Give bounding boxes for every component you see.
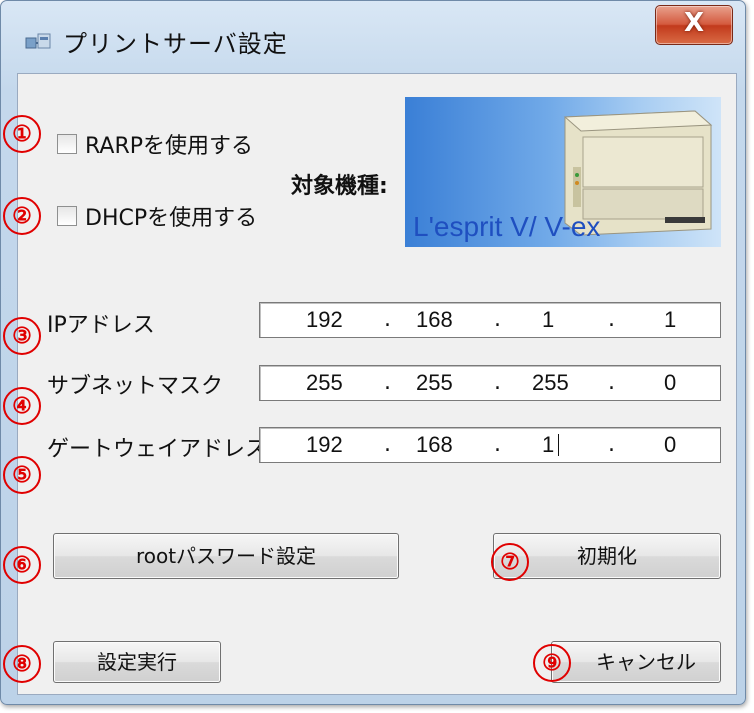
dialog-window: プリントサーバ設定 X L'esprit V/ V-ex ① RARPを使用する… [0,0,746,705]
target-model-label: 対象機種: [291,174,388,199]
dhcp-checkbox[interactable] [57,206,77,226]
ip-separator: . [494,307,501,332]
marker-8: ⑧ [3,645,41,683]
marker-6: ⑥ [3,546,41,584]
network-printer-icon [25,33,51,49]
subnet-octet-1[interactable]: 255 [306,370,343,396]
root-password-button[interactable]: rootパスワード設定 [53,533,399,579]
gateway-address-label: ゲートウェイアドレス [47,437,268,462]
gateway-octet-1[interactable]: 192 [306,432,343,458]
subnet-mask-field[interactable]: 255 . 255 . 255 . 0 [259,365,721,401]
execute-settings-button[interactable]: 設定実行 [53,641,221,683]
execute-settings-button-label[interactable]: 設定実行 [97,650,177,674]
ip-separator: . [384,307,391,332]
gateway-separator: . [608,432,615,457]
ip-address-label: IPアドレス [47,313,155,338]
marker-1: ① [3,115,41,153]
gateway-octet-2[interactable]: 168 [416,432,453,458]
marker-2: ② [3,197,41,235]
subnet-separator: . [384,370,391,395]
printer-model-name: L'esprit V/ V-ex [413,211,601,242]
marker-3: ③ [3,317,41,355]
gateway-separator: . [384,432,391,457]
ip-separator: . [608,307,615,332]
cancel-button-label[interactable]: キャンセル [576,650,696,674]
gateway-separator: . [494,432,501,457]
close-icon[interactable]: X [656,8,732,38]
marker-4: ④ [3,387,41,425]
subnet-octet-2[interactable]: 255 [416,370,453,396]
title-bar[interactable]: プリントサーバ設定 X [1,1,745,71]
marker-7: ⑦ [491,543,529,581]
gateway-octet-4[interactable]: 0 [664,432,676,458]
dhcp-label[interactable]: DHCPを使用する [85,200,257,232]
printer-model-image: L'esprit V/ V-ex [405,97,721,247]
initialize-button-label[interactable]: 初期化 [577,544,637,568]
rarp-checkbox[interactable] [57,134,77,154]
close-button[interactable]: X [655,5,733,45]
gateway-octet-3[interactable]: 1 [542,432,554,458]
subnet-separator: . [494,370,501,395]
cancel-button[interactable]: キャンセル [551,641,721,683]
ip-address-field[interactable]: 192 . 168 . 1 . 1 [259,302,721,338]
ip-octet-1[interactable]: 192 [306,307,343,333]
ip-octet-2[interactable]: 168 [416,307,453,333]
marker-9: ⑨ [533,644,571,682]
root-password-button-label[interactable]: rootパスワード設定 [136,544,316,568]
subnet-separator: . [608,370,615,395]
subnet-octet-4[interactable]: 0 [664,370,676,396]
ip-octet-4[interactable]: 1 [664,307,676,333]
ip-octet-3[interactable]: 1 [542,307,554,333]
subnet-mask-label: サブネットマスク [47,374,224,399]
rarp-label[interactable]: RARPを使用する [85,128,253,160]
marker-5: ⑤ [3,456,41,494]
window-title: プリントサーバ設定 [63,30,288,58]
text-cursor [558,434,559,456]
gateway-address-field[interactable]: 192 . 168 . 1 . 0 [259,427,721,463]
subnet-octet-3[interactable]: 255 [532,370,569,396]
